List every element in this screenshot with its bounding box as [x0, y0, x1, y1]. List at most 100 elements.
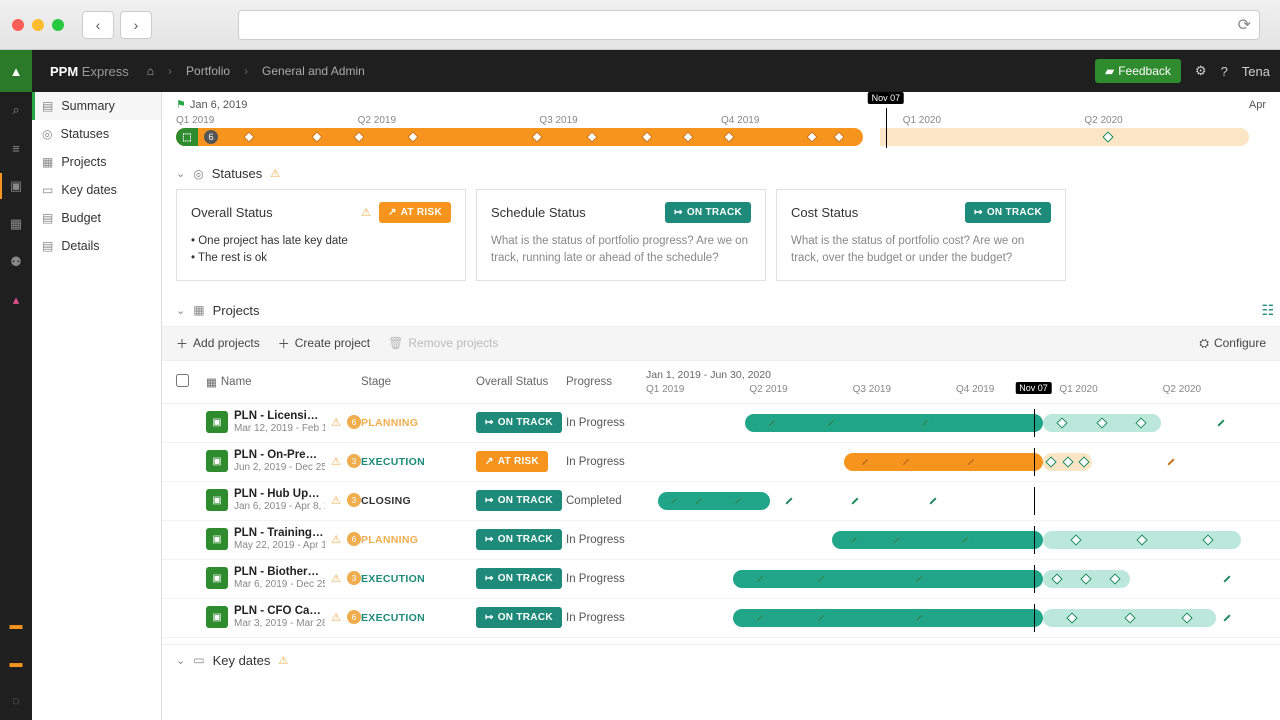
breadcrumb-current[interactable]: General and Admin: [262, 64, 365, 78]
gantt-axis: Nov 07 Q1 2019Q2 2019Q3 2019Q4 2019Q1 20…: [646, 384, 1266, 395]
reload-icon[interactable]: ⟳: [1238, 15, 1251, 35]
warning-icon: ⚠: [331, 533, 341, 546]
table-row[interactable]: ▣PLN - Licensing P...Mar 12, 2019 - Feb …: [162, 404, 1280, 443]
progress-label: In Progress: [566, 612, 646, 624]
at-risk-badge: ↗AT RISK: [379, 202, 451, 223]
project-icon: ▣: [206, 528, 228, 550]
traffic-lights: [12, 19, 64, 31]
indicator-badge: 6: [347, 610, 361, 624]
card-title: Overall Status: [191, 205, 273, 220]
create-project-button[interactable]: ＋Create project: [278, 335, 370, 352]
sidepanel-item-budget[interactable]: ▤Budget: [32, 204, 161, 232]
breadcrumb-portfolio[interactable]: Portfolio: [186, 64, 230, 78]
people-icon[interactable]: ⚉: [6, 252, 26, 272]
gantt-bar[interactable]: [646, 452, 1266, 472]
project-name: PLN - Training Pr...: [234, 527, 325, 541]
warning-icon: ⚠: [278, 654, 288, 667]
home-icon[interactable]: ⌂: [147, 64, 154, 78]
project-name: PLN - Hub Updat...: [234, 488, 325, 502]
card-title: Cost Status: [791, 205, 858, 220]
settings-icon[interactable]: ⚙: [1195, 63, 1207, 79]
status-badge: ↦ ON TRACK: [476, 412, 562, 433]
name-col-icon: ▦: [206, 375, 217, 389]
table-row[interactable]: ▣PLN - On-Premise...Jun 2, 2019 - Dec 25…: [162, 443, 1280, 482]
project-dates: May 22, 2019 - Apr 17...: [234, 540, 325, 552]
table-row[interactable]: ▣ PLN - Training Pr...May 22, 2019 - Apr …: [162, 521, 1280, 560]
gantt-bar[interactable]: [646, 569, 1266, 589]
app-logo-icon[interactable]: ▲: [0, 50, 32, 92]
tenant-label[interactable]: Tena: [1242, 64, 1270, 79]
gantt-bar[interactable]: [646, 491, 1266, 511]
warning-icon: ⚠: [361, 206, 371, 219]
timeline-start-label: ⚑ Jan 6, 2019 Apr: [162, 92, 1280, 111]
status-badge: ↦ ON TRACK: [476, 607, 562, 628]
notes-icon[interactable]: ▬: [6, 652, 26, 672]
indicator-badge: 3: [347, 571, 361, 585]
table-row[interactable]: ▣PLN - CFO Campa...Mar 3, 2019 - Mar 28,…: [162, 599, 1280, 638]
gantt-bar[interactable]: [646, 413, 1266, 433]
sidepanel-item-key-dates[interactable]: ▭Key dates: [32, 176, 161, 204]
project-dates: Mar 3, 2019 - Mar 28, ...: [234, 618, 325, 630]
project-dates: Mar 6, 2019 - Dec 25, ...: [234, 579, 325, 591]
maximize-icon[interactable]: [52, 19, 64, 31]
flag-icon: ⚑: [176, 98, 186, 111]
gantt-bar[interactable]: [646, 608, 1266, 628]
stage-label: CLOSING: [361, 495, 476, 507]
project-icon: ▣: [206, 489, 228, 511]
projects-icon: ▦: [193, 303, 204, 317]
app-topbar: ▲ PPM Express ⌂ › Portfolio › General an…: [0, 50, 1280, 92]
today-label: Nov 07: [868, 92, 905, 104]
sidepanel-item-summary[interactable]: ▤Summary: [32, 92, 161, 120]
sidepanel-item-details[interactable]: ▤Details: [32, 232, 161, 260]
sidepanel-item-projects[interactable]: ▦Projects: [32, 148, 161, 176]
stage-label: EXECUTION: [361, 456, 476, 468]
feedback-button[interactable]: ▰Feedback: [1095, 59, 1181, 83]
url-bar[interactable]: ⟳: [238, 10, 1260, 40]
project-icon: ▣: [206, 567, 228, 589]
projects-toolbar: ＋Add projects ＋Create project 🗑Remove pr…: [162, 326, 1280, 361]
menu-icon[interactable]: ≡: [6, 138, 26, 158]
project-name: PLN - Biothermal ...: [234, 566, 325, 580]
table-row[interactable]: ▣PLN - Hub Updat...Jan 6, 2019 - Apr 8, …: [162, 482, 1280, 521]
view-options-icon[interactable]: ☷: [1261, 302, 1274, 319]
projects-table-body: ▣PLN - Licensing P...Mar 12, 2019 - Feb …: [162, 404, 1280, 638]
overall-status-card: Overall Status ⚠ ↗AT RISK One project ha…: [176, 189, 466, 281]
back-button[interactable]: ‹: [82, 11, 114, 39]
reports-icon[interactable]: ▴: [6, 290, 26, 310]
projects-table-header: ▦Name Stage Overall Status Progress Jan …: [162, 361, 1280, 404]
warning-icon: ⚠: [331, 611, 341, 624]
forward-button[interactable]: ›: [120, 11, 152, 39]
timeline-bar[interactable]: ⬚ 6: [176, 128, 863, 146]
configure-button[interactable]: ⛭Configure: [1199, 336, 1266, 351]
statuses-icon: ◎: [193, 167, 203, 181]
projects-section-header[interactable]: ⌄ ▦ Projects ☷: [162, 295, 1280, 326]
trend-icon: ↗: [388, 207, 397, 218]
card-title: Schedule Status: [491, 205, 586, 220]
minimize-icon[interactable]: [32, 19, 44, 31]
chat-icon[interactable]: ▬: [6, 614, 26, 634]
warning-icon: ⚠: [331, 455, 341, 468]
close-icon[interactable]: [12, 19, 24, 31]
statuses-section-header[interactable]: ⌄ ◎ Statuses ⚠: [162, 158, 1280, 189]
plus-icon: ＋: [278, 335, 290, 352]
table-row[interactable]: ▣ PLN - Biothermal ...Mar 6, 2019 - Dec 2…: [162, 560, 1280, 599]
app-brand: PPM Express: [32, 64, 147, 79]
card-desc: What is the status of portfolio progress…: [491, 233, 751, 268]
warning-icon: ⚠: [331, 416, 341, 429]
help-icon[interactable]: ?: [1221, 64, 1228, 79]
portfolio-icon[interactable]: ▣: [6, 176, 26, 196]
select-all-checkbox[interactable]: [176, 374, 189, 387]
add-projects-button[interactable]: ＋Add projects: [176, 335, 260, 352]
status-badge: ↗ AT RISK: [476, 451, 548, 472]
keydates-section-header[interactable]: ⌄ ▭ Key dates ⚠: [162, 644, 1280, 676]
progress-label: In Progress: [566, 417, 646, 429]
indicator-badge: 6: [347, 532, 361, 546]
section-panel: ▤Summary◎Statuses▦Projects▭Key dates▤Bud…: [32, 92, 162, 720]
idea-icon[interactable]: ◌: [6, 690, 26, 710]
sidepanel-item-statuses[interactable]: ◎Statuses: [32, 120, 161, 148]
indicator-badge: 3: [347, 454, 361, 468]
search-icon[interactable]: ⌕: [6, 100, 26, 120]
project-dates: Mar 12, 2019 - Feb 13...: [234, 423, 325, 435]
projects-icon[interactable]: ▦: [6, 214, 26, 234]
gantt-bar[interactable]: [646, 530, 1266, 550]
